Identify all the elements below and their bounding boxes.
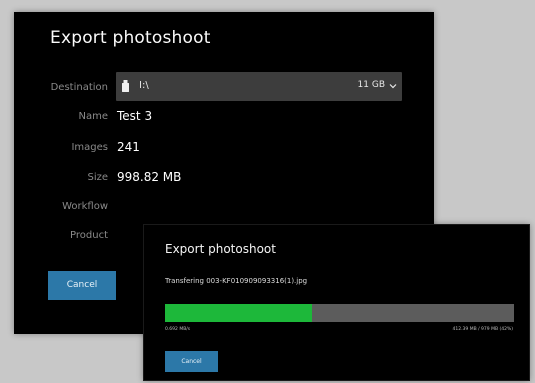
images-value: 241	[117, 140, 140, 154]
usb-drive-icon	[122, 80, 129, 92]
transfer-status: Transfering 003-KF010909093316(1).jpg	[165, 277, 308, 285]
progress-cancel-button[interactable]: Cancel	[165, 351, 218, 372]
size-value: 998.82 MB	[117, 170, 182, 184]
name-value: Test 3	[117, 109, 153, 123]
destination-path: I:\	[139, 80, 149, 91]
progress-bar	[165, 304, 514, 322]
export-progress-dialog: Export photoshoot Transfering 003-KF0109…	[143, 224, 530, 381]
destination-label: Destination	[50, 82, 108, 93]
export-dialog-title: Export photoshoot	[50, 28, 211, 48]
destination-select[interactable]: I:\ 11 GB	[116, 72, 402, 101]
transfer-amount: 412.39 MB / 979 MB (42%)	[452, 327, 513, 332]
size-label: Size	[87, 172, 108, 183]
progress-dialog-title: Export photoshoot	[165, 242, 276, 256]
workflow-label: Workflow	[62, 201, 108, 212]
progress-bar-fill	[165, 304, 312, 322]
transfer-speed: 0.692 MB/s	[165, 327, 191, 332]
chevron-down-icon	[389, 84, 397, 89]
destination-size: 11 GB	[357, 80, 385, 90]
images-label: Images	[71, 142, 108, 153]
name-label: Name	[78, 111, 108, 122]
product-label: Product	[70, 230, 108, 241]
cancel-button[interactable]: Cancel	[48, 271, 116, 300]
